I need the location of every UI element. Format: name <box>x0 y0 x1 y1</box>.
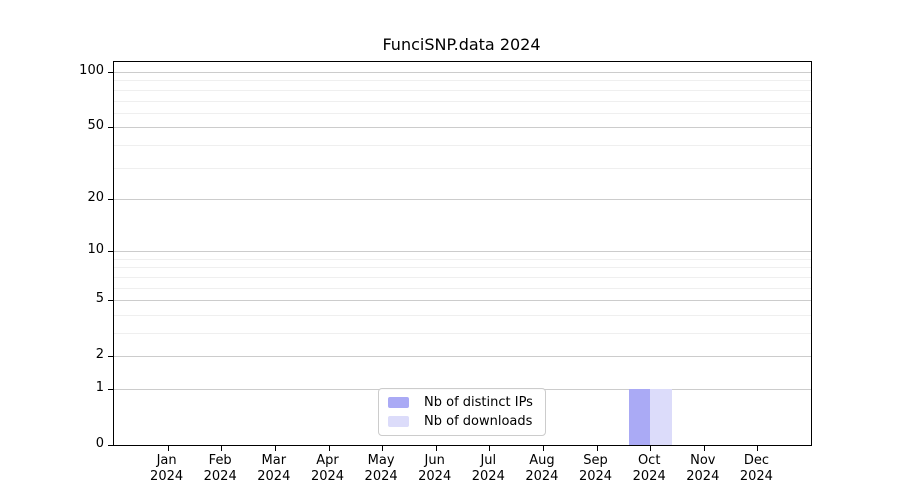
y-tick-mark <box>108 127 113 129</box>
x-tick-mark <box>435 446 437 451</box>
y-gridline-minor <box>114 287 811 289</box>
y-tick-mark <box>108 300 113 302</box>
y-tick-label: 5 <box>95 291 104 307</box>
x-tick-mark <box>489 446 491 451</box>
x-tick-mark <box>757 446 759 451</box>
legend-label-distinct-ips: Nb of distinct IPs <box>424 395 533 410</box>
y-tick-mark <box>108 356 113 358</box>
y-gridline-minor <box>114 112 811 114</box>
y-tick-label: 50 <box>87 118 104 134</box>
x-tick-mark <box>596 446 598 451</box>
y-tick-label: 100 <box>79 63 104 78</box>
legend: Nb of distinct IPs Nb of downloads <box>378 388 546 436</box>
bar-nb-of-distinct-ips-oct <box>628 389 651 445</box>
chart-figure: FunciSNP.data 2024 Nb of distinct IPs Nb… <box>0 0 900 500</box>
y-gridline-minor <box>114 314 811 316</box>
y-gridline <box>114 356 811 358</box>
y-tick-label: 1 <box>95 380 104 395</box>
y-gridline-minor <box>114 89 811 91</box>
y-gridline <box>114 198 811 200</box>
y-tick-mark <box>108 445 113 446</box>
y-gridline <box>114 251 811 253</box>
y-gridline-minor <box>114 80 811 82</box>
x-tick-mark <box>274 446 276 451</box>
legend-entry-downloads: Nb of downloads <box>388 414 536 429</box>
y-gridline-minor <box>114 276 811 278</box>
x-tick-mark <box>542 446 544 451</box>
y-tick-mark <box>108 389 113 390</box>
x-tick-mark <box>328 446 330 451</box>
x-tick-year: 2024 <box>739 469 773 484</box>
chart-title: FunciSNP.data 2024 <box>382 35 541 54</box>
legend-entry-distinct-ips: Nb of distinct IPs <box>388 395 536 410</box>
y-gridline <box>114 72 811 73</box>
y-tick-label: 20 <box>87 189 104 205</box>
y-gridline <box>114 127 811 129</box>
y-tick-mark <box>108 198 113 200</box>
legend-swatch-distinct-ips <box>388 397 409 408</box>
y-tick-label: 2 <box>95 347 104 363</box>
y-tick-mark <box>108 72 113 73</box>
legend-swatch-downloads <box>388 416 409 427</box>
y-gridline-minor <box>114 144 811 146</box>
legend-label-downloads: Nb of downloads <box>424 414 533 429</box>
y-gridline <box>114 300 811 302</box>
x-tick-mark <box>221 446 223 451</box>
y-gridline-minor <box>114 258 811 260</box>
y-tick-mark <box>108 251 113 253</box>
x-tick-mark <box>167 446 169 451</box>
x-tick-month: Dec <box>743 453 769 468</box>
y-tick-label: 10 <box>87 242 104 258</box>
y-gridline-minor <box>114 267 811 269</box>
y-gridline-minor <box>114 100 811 102</box>
x-tick-mark <box>382 446 384 451</box>
x-tick-mark <box>703 446 705 451</box>
y-gridline-minor <box>114 333 811 334</box>
bar-nb-of-downloads-oct <box>650 389 672 445</box>
x-tick-label: Dec 2024 <box>724 453 788 485</box>
y-tick-label: 0 <box>95 436 104 451</box>
y-gridline-minor <box>114 167 811 169</box>
x-tick-mark <box>650 446 652 451</box>
